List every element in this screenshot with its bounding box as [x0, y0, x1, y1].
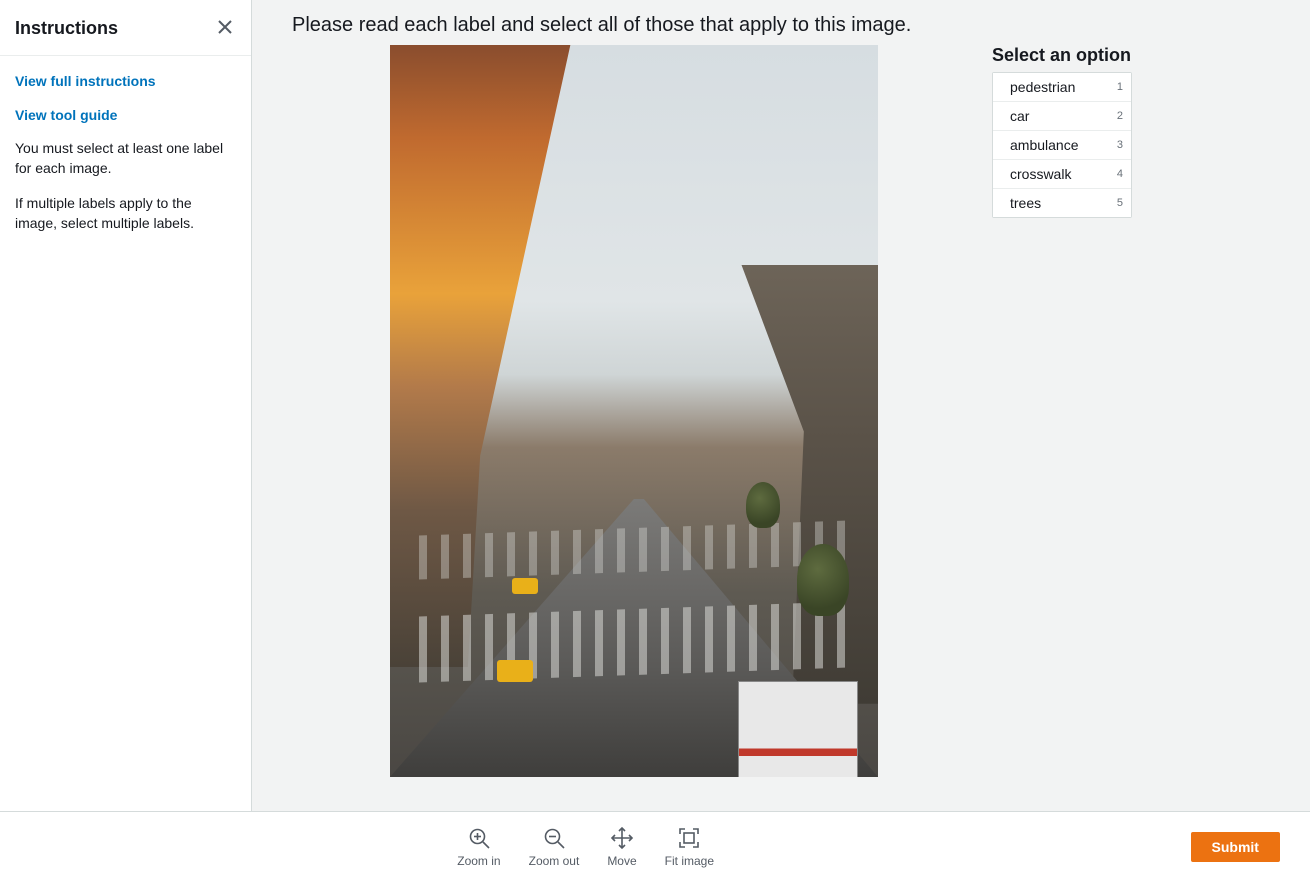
city-street-image — [390, 45, 878, 777]
option-shortcut: 4 — [1117, 168, 1123, 180]
task-image[interactable] — [390, 45, 878, 777]
option-shortcut: 3 — [1117, 139, 1123, 151]
close-icon — [218, 20, 232, 34]
view-tool-guide-link[interactable]: View tool guide — [15, 106, 236, 126]
sidebar-paragraph-2: If multiple labels apply to the image, s… — [15, 194, 236, 233]
footer-toolbar: Zoom in Zoom out Move Fit image — [0, 811, 1310, 882]
move-icon — [610, 826, 634, 850]
fit-image-button[interactable]: Fit image — [665, 826, 714, 868]
option-label: crosswalk — [1010, 166, 1071, 182]
option-car[interactable]: car 2 — [993, 102, 1131, 131]
option-label: car — [1010, 108, 1029, 124]
option-trees[interactable]: trees 5 — [993, 189, 1131, 217]
zoom-in-icon — [467, 826, 491, 850]
options-panel: Select an option pedestrian 1 car 2 ambulanc… — [992, 45, 1132, 218]
option-label: ambulance — [1010, 137, 1079, 153]
option-label: trees — [1010, 195, 1041, 211]
sidebar-paragraph-1: You must select at least one label for e… — [15, 139, 236, 178]
sidebar-body: View full instructions View tool guide Y… — [0, 56, 251, 266]
instructions-sidebar: Instructions View full instructions View… — [0, 0, 252, 811]
zoom-out-icon — [542, 826, 566, 850]
zoom-out-label: Zoom out — [529, 854, 580, 868]
move-button[interactable]: Move — [607, 826, 636, 868]
option-shortcut: 2 — [1117, 110, 1123, 122]
option-shortcut: 5 — [1117, 197, 1123, 209]
options-title: Select an option — [992, 45, 1132, 66]
option-ambulance[interactable]: ambulance 3 — [993, 131, 1131, 160]
zoom-in-label: Zoom in — [457, 854, 500, 868]
option-shortcut: 1 — [1117, 81, 1123, 93]
close-sidebar-button[interactable] — [214, 16, 236, 41]
task-prompt: Please read each label and select all of… — [252, 0, 1310, 45]
sidebar-header: Instructions — [0, 0, 251, 56]
option-crosswalk[interactable]: crosswalk 4 — [993, 160, 1131, 189]
sidebar-title: Instructions — [15, 18, 118, 39]
zoom-out-button[interactable]: Zoom out — [529, 826, 580, 868]
fit-image-icon — [677, 826, 701, 850]
move-label: Move — [607, 854, 636, 868]
view-full-instructions-link[interactable]: View full instructions — [15, 72, 236, 92]
zoom-in-button[interactable]: Zoom in — [457, 826, 500, 868]
option-pedestrian[interactable]: pedestrian 1 — [993, 73, 1131, 102]
fit-image-label: Fit image — [665, 854, 714, 868]
option-label: pedestrian — [1010, 79, 1075, 95]
options-list: pedestrian 1 car 2 ambulance 3 crosswalk 4 trees… — [992, 72, 1132, 218]
work-area: Select an option pedestrian 1 car 2 ambulanc… — [252, 45, 1310, 811]
image-tools: Zoom in Zoom out Move Fit image — [457, 826, 714, 868]
submit-button[interactable]: Submit — [1191, 832, 1280, 862]
main-workspace: Please read each label and select all of… — [252, 0, 1310, 811]
